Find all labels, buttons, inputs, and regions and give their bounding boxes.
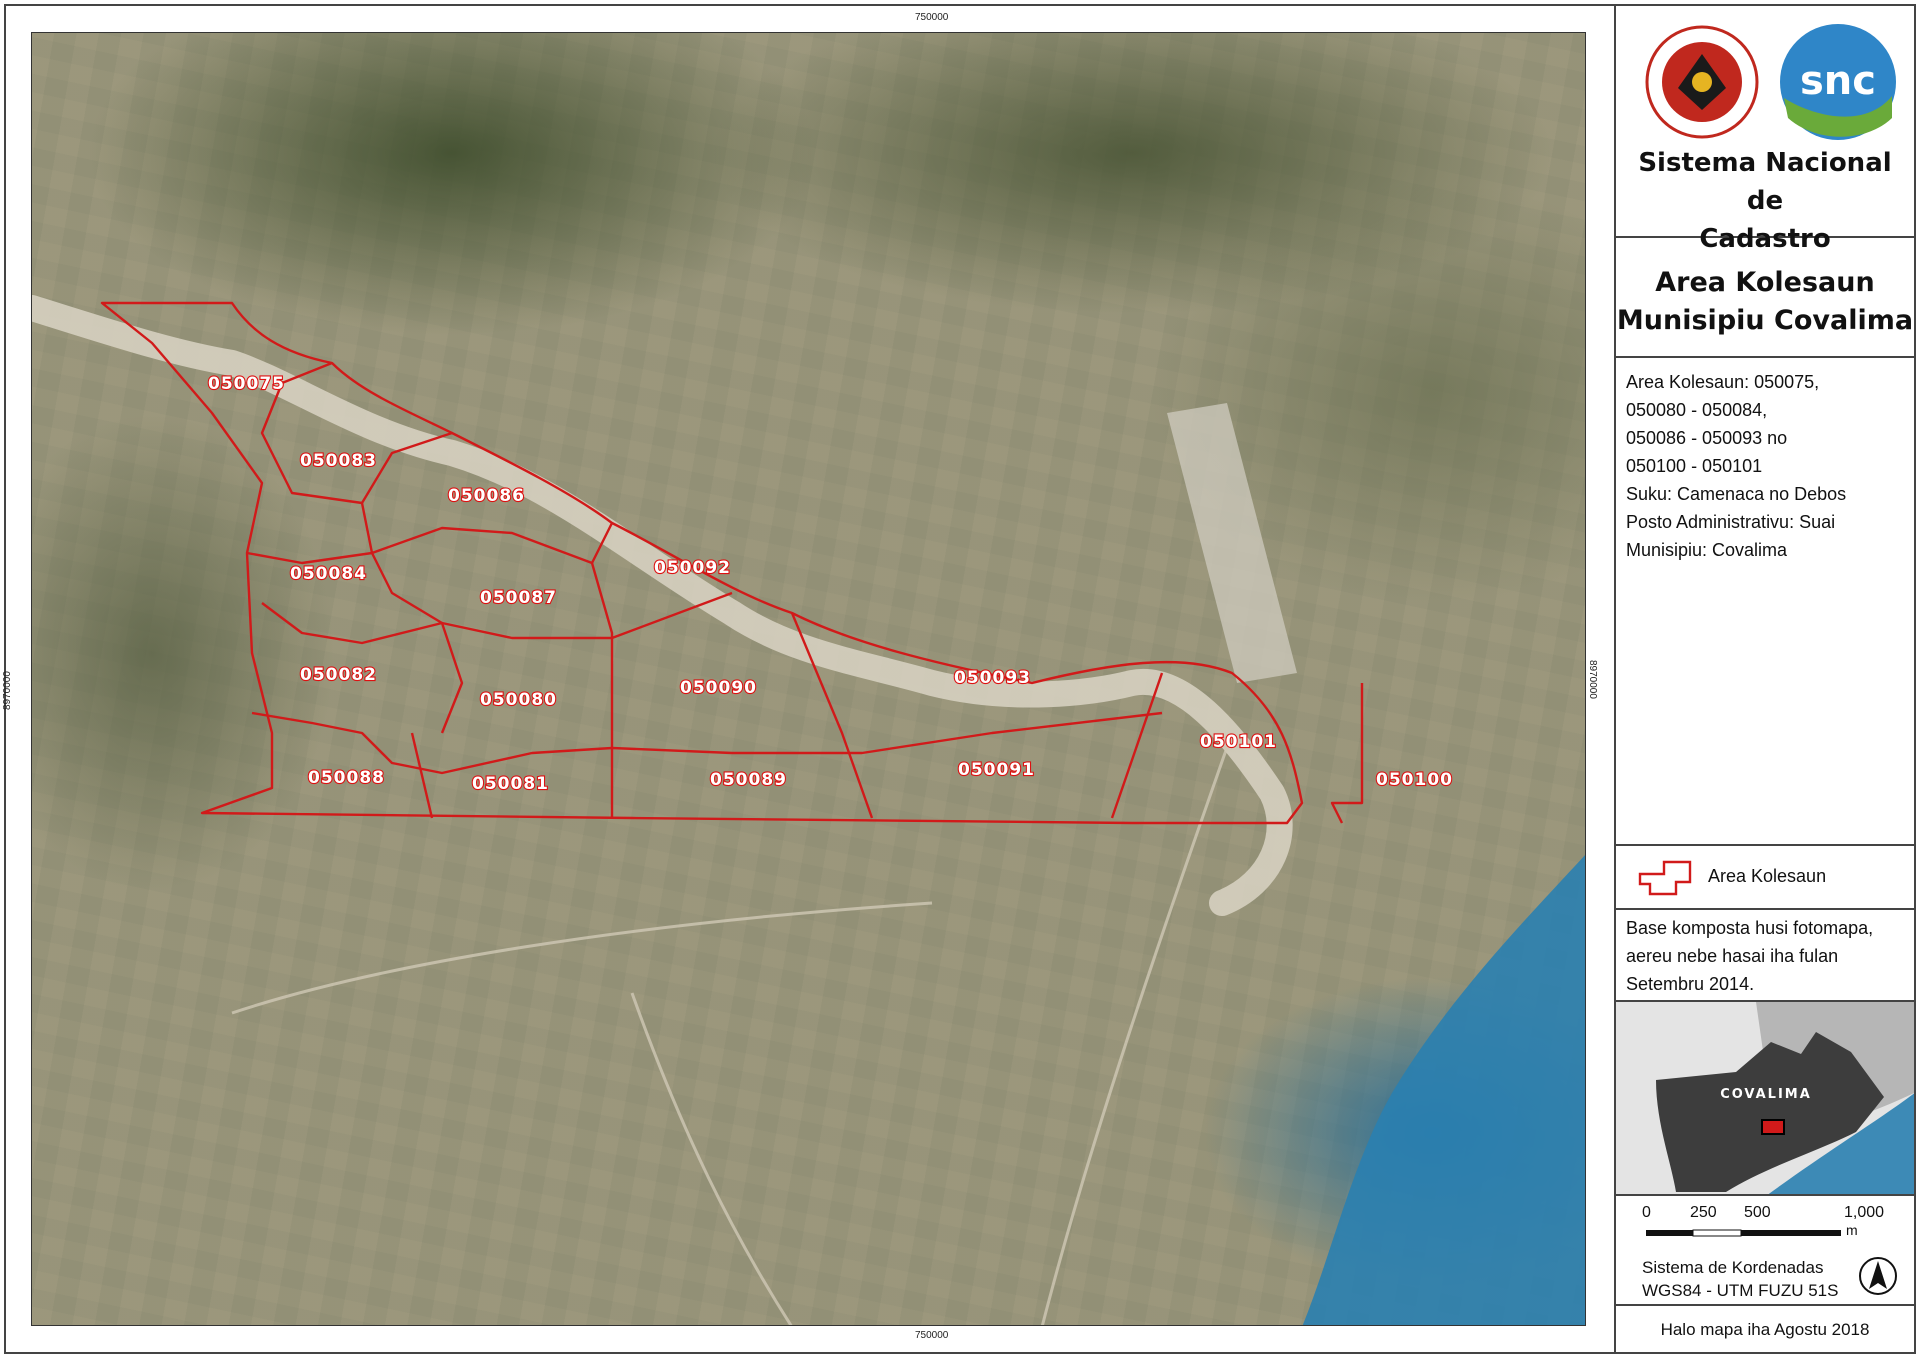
map-overlay: 050075 050083 050086 050084 050087 05009… bbox=[32, 295, 1585, 1325]
map-title-line1: Area Kolesaun bbox=[1655, 267, 1875, 298]
parcel-label[interactable]: 050080 bbox=[479, 689, 557, 711]
inset-label: COVALIMA bbox=[1720, 1087, 1812, 1102]
base-note: Base komposta husi fotomapa, aereu nebe … bbox=[1616, 910, 1914, 1002]
scale-unit: m bbox=[1846, 1222, 1858, 1238]
satellite-map[interactable]: 050075 050083 050086 050084 050087 05009… bbox=[31, 32, 1586, 1326]
inset-map-graphic: COVALIMA bbox=[1616, 1002, 1914, 1194]
airstrip bbox=[1167, 403, 1297, 683]
org-name-line1: Sistema Nacional de bbox=[1638, 148, 1892, 216]
parcel-label[interactable]: 050092 bbox=[653, 557, 731, 579]
parcel-label[interactable]: 050088 bbox=[307, 767, 385, 789]
parcel-label[interactable]: 050091 bbox=[957, 759, 1035, 781]
snc-logo-icon: snc bbox=[1780, 24, 1896, 140]
inset-map[interactable]: COVALIMA bbox=[1616, 1002, 1914, 1196]
parcel-label[interactable]: 050082 bbox=[299, 664, 377, 686]
info-line: Area Kolesaun: 050075, bbox=[1626, 372, 1820, 392]
scale-tick-label: 1,000 bbox=[1844, 1204, 1885, 1221]
parcel-label[interactable]: 050075 bbox=[207, 373, 285, 395]
info-line: 050086 - 050093 no bbox=[1626, 428, 1788, 448]
parcel-label[interactable]: 050083 bbox=[299, 450, 377, 472]
legend-box: Area Kolesaun bbox=[1616, 846, 1914, 910]
info-line: Suku: Camenaca no Debos bbox=[1626, 484, 1847, 504]
emblem-icon bbox=[1645, 25, 1759, 139]
coord-top: 750000 bbox=[915, 12, 949, 23]
logo-group: snc bbox=[1645, 24, 1896, 140]
coord-bottom: 750000 bbox=[915, 1330, 949, 1341]
parcel-label[interactable]: 050101 bbox=[1199, 731, 1277, 753]
parcel-label[interactable]: 050084 bbox=[289, 563, 367, 585]
crs-line1: Sistema de Kordenadas bbox=[1642, 1258, 1824, 1277]
parcel-label[interactable]: 050100 bbox=[1375, 769, 1453, 791]
info-line: Munisipiu: Covalima bbox=[1626, 540, 1788, 560]
boundary-050100-west bbox=[1330, 683, 1364, 824]
sea bbox=[1302, 855, 1585, 1325]
coord-right: 8970000 bbox=[1587, 660, 1598, 699]
parcel-label[interactable]: 050093 bbox=[953, 667, 1031, 689]
scale-tick-label: 250 bbox=[1690, 1204, 1717, 1221]
legend-panel: snc Sistema Nacional de Cadastro Area Ko… bbox=[1614, 6, 1914, 1352]
info-box: Area Kolesaun: 050075, 050080 - 050084, … bbox=[1616, 358, 1914, 846]
scale-tick-label: 500 bbox=[1744, 1204, 1771, 1221]
org-header: snc Sistema Nacional de Cadastro bbox=[1616, 6, 1914, 254]
map-title-box: Area Kolesaun Munisipiu Covalima bbox=[1616, 238, 1914, 358]
info-line: 050080 - 050084, bbox=[1626, 400, 1768, 420]
parcel-label[interactable]: 050087 bbox=[479, 587, 557, 609]
crs-block: Sistema de Kordenadas WGS84 - UTM FUZU 5… bbox=[1642, 1256, 1838, 1302]
info-line: Posto Administrativu: Suai bbox=[1626, 512, 1836, 532]
crs-line2: WGS84 - UTM FUZU 51S bbox=[1642, 1281, 1839, 1300]
parcel-label[interactable]: 050090 bbox=[679, 677, 757, 699]
map-date: Halo mapa iha Agostu 2018 bbox=[1616, 1304, 1914, 1352]
boundary-050092-west bbox=[590, 562, 614, 818]
legend-label: Area Kolesaun bbox=[1708, 866, 1827, 886]
north-arrow-icon bbox=[1859, 1257, 1897, 1295]
coord-left: 8970000 bbox=[2, 671, 13, 710]
legend-symbol-icon bbox=[1638, 860, 1692, 896]
snc-logo-text: snc bbox=[1800, 58, 1876, 104]
parcel-label[interactable]: 050086 bbox=[447, 485, 525, 507]
parcel-label[interactable]: 050081 bbox=[471, 773, 549, 795]
parcel-label[interactable]: 050089 bbox=[709, 769, 787, 791]
map-title-line2: Munisipiu Covalima bbox=[1616, 305, 1914, 336]
boundary-050081-west bbox=[410, 732, 434, 819]
info-line: 050100 - 050101 bbox=[1626, 456, 1763, 476]
scale-tick-label: 0 bbox=[1642, 1204, 1651, 1221]
map-title: Area Kolesaun Munisipiu Covalima bbox=[1616, 238, 1914, 340]
